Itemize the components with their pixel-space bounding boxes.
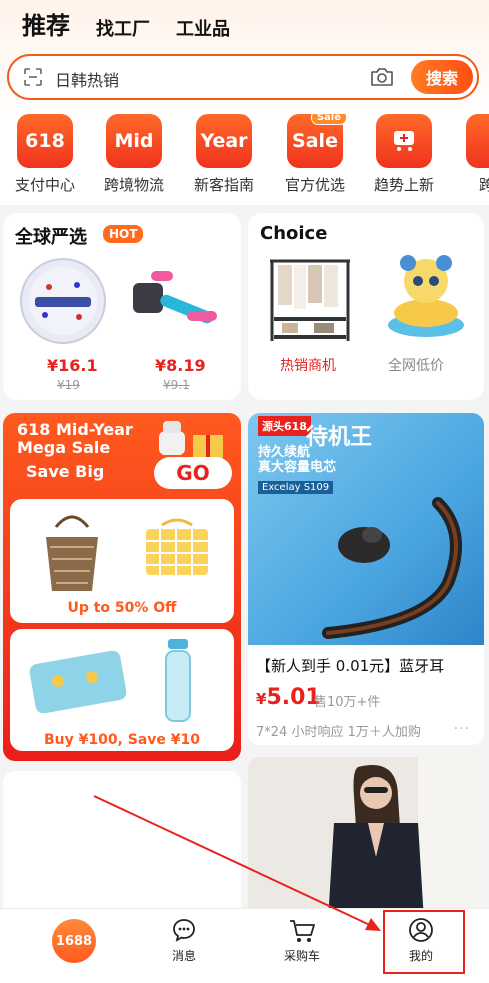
original-price: ¥9.1	[163, 378, 190, 392]
ad-subtitle: 持久续航 真大容量电芯	[258, 445, 336, 475]
nav-label: 采购车	[283, 949, 320, 963]
frisbee-image[interactable]	[19, 257, 107, 345]
discount-box[interactable]: Up to 50% Off	[10, 499, 234, 623]
earphone-product-info[interactable]: 【新人到手 0.01元】蓝牙耳 ¥5.01 售10万+件 7*24 小时响应 1…	[248, 645, 484, 745]
tab-recommend[interactable]: 推荐	[22, 6, 70, 45]
shortcut-618-icon: 618	[17, 114, 73, 168]
global-selection-card[interactable]: 全球严选 HOT ¥16.1 ¥19 ¥8.19 ¥9.1	[3, 213, 241, 400]
search-bar[interactable]: 日韩热销 搜索	[7, 54, 479, 100]
water-bottle-image	[165, 639, 191, 722]
currency-symbol: ¥	[256, 690, 267, 708]
original-price: ¥19	[57, 378, 80, 392]
shortcut-label: 趋势上新	[373, 176, 434, 194]
earphone-image	[322, 497, 462, 639]
service-meta: 7*24 小时响应 1万＋人加购	[256, 725, 421, 740]
camera-icon[interactable]	[369, 65, 395, 89]
shortcut-payment-center[interactable]: 618 支付中心	[0, 114, 90, 195]
card-title: 全球严选	[15, 227, 87, 248]
earphone-product-image[interactable]: 源头618 待机王 持久续航 真大容量电芯 Excelay S109	[248, 413, 484, 645]
model-photo	[248, 757, 484, 921]
fashion-product-image[interactable]	[248, 757, 484, 921]
card-title: Choice	[260, 223, 328, 244]
cross-border-icon	[466, 114, 489, 168]
promo-title: 618 Mid-Year Mega Sale	[17, 420, 133, 457]
product-card-placeholder[interactable]	[3, 771, 241, 921]
shortcut-sale-icon: Sale Sale	[287, 114, 347, 168]
source-618-badge: 源头618	[258, 416, 311, 436]
nav-messages[interactable]: 消息	[129, 909, 239, 983]
shortcut-trends[interactable]: 趋势上新	[359, 114, 449, 195]
product-price: ¥5.01	[256, 685, 321, 710]
product-name: 【新人到手 0.01元】蓝牙耳	[256, 657, 445, 675]
search-button[interactable]: 搜索	[411, 60, 473, 94]
tab-find-factory[interactable]: 找工厂	[96, 15, 150, 45]
tab-industrial[interactable]: 工业品	[176, 15, 230, 45]
home-logo: 1688	[52, 919, 96, 963]
cart-icon	[290, 920, 315, 942]
save-box[interactable]: Buy ¥100, Save ¥10	[10, 629, 234, 751]
product-price: ¥8.19	[155, 356, 206, 375]
more-options-icon[interactable]: ···	[454, 721, 470, 737]
shortcut-label: 新客指南	[193, 176, 254, 194]
ad-subtitle-line: 持久续航	[258, 445, 311, 460]
sale-tag: Sale	[310, 114, 347, 125]
hot-badge: HOT	[103, 225, 144, 243]
nav-cart[interactable]: 采购车	[247, 909, 357, 983]
top-tabs: 推荐 找工厂 工业品	[22, 6, 256, 45]
save-big-label: Save Big	[26, 462, 105, 481]
shortcut-official-picks[interactable]: Sale Sale 官方优选	[270, 114, 360, 195]
choice-caption: 热销商机	[280, 358, 336, 374]
shortcut-row: 618 支付中心 Mid 跨境物流 Year 新客指南 Sale Sale 官方…	[0, 114, 489, 196]
nav-label: 消息	[171, 949, 196, 963]
product-price: ¥16.1	[47, 356, 98, 375]
shortcut-label: 支付中心	[14, 176, 75, 194]
shortcut-new-guide[interactable]: Year 新客指南	[179, 114, 269, 195]
shortcut-label: 官方优选	[284, 176, 345, 194]
sold-count: 售10万+件	[314, 695, 381, 710]
shortcut-label: 跨境物流	[103, 176, 164, 194]
shortcut-mid-icon: Mid	[106, 114, 162, 168]
nav-home[interactable]: 1688	[10, 909, 120, 983]
search-input[interactable]: 日韩热销	[55, 67, 119, 91]
cooler-bag-image	[146, 518, 208, 575]
scan-icon[interactable]	[23, 67, 43, 87]
pet-mat-image	[29, 651, 127, 713]
discount-caption: Up to 50% Off	[67, 600, 177, 616]
shortcut-cross-border[interactable]: 跨境	[449, 114, 489, 195]
shortcut-label: 跨境	[478, 176, 489, 194]
highlight-box	[383, 910, 465, 974]
save-caption: Buy ¥100, Save ¥10	[43, 732, 201, 748]
go-button[interactable]: GO	[154, 457, 232, 489]
shortcut-year-icon: Year	[196, 114, 252, 168]
choice-caption: 全网低价	[388, 358, 444, 374]
handbag-image	[46, 515, 98, 591]
shortcut-logistics[interactable]: Mid 跨境物流	[89, 114, 179, 195]
cart-plus-icon	[376, 114, 432, 168]
clothes-rack-image[interactable]	[264, 255, 356, 345]
pet-brush-image[interactable]	[127, 265, 227, 341]
price-value: 5.01	[266, 685, 321, 710]
message-icon	[173, 919, 195, 942]
baby-potty-image[interactable]	[380, 253, 472, 345]
shortcut-sale-text: Sale	[292, 130, 338, 152]
choice-card[interactable]: Choice 热销商机 全网低价	[248, 213, 484, 400]
